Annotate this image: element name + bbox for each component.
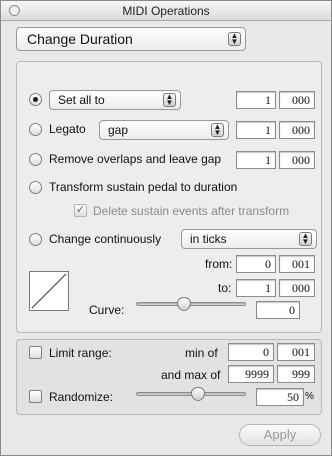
randomize-value-field[interactable]: 50: [256, 388, 304, 406]
from-value-field[interactable]: 0: [236, 255, 276, 273]
remove-overlaps-value-field[interactable]: 1: [236, 151, 276, 169]
radio-set-all[interactable]: [29, 93, 42, 106]
to-ticks-field[interactable]: 000: [279, 279, 315, 297]
updown-arrows-icon: ▲ ▼: [228, 32, 241, 46]
limit-range-checkbox[interactable]: [29, 346, 42, 359]
continuous-mode-popup-label: in ticks: [190, 232, 227, 246]
curve-value-field[interactable]: 0: [256, 301, 300, 319]
max-ticks-field[interactable]: 999: [277, 365, 315, 383]
from-ticks-field[interactable]: 001: [279, 255, 315, 273]
set-all-ticks-field[interactable]: 000: [279, 91, 315, 109]
radio-legato[interactable]: [29, 123, 42, 136]
legato-popup[interactable]: gap ▲ ▼: [99, 120, 229, 140]
randomize-checkbox[interactable]: [29, 390, 42, 403]
min-value-field[interactable]: 0: [228, 343, 274, 361]
continuous-mode-popup[interactable]: in ticks ▲ ▼: [181, 229, 317, 249]
radio-sustain-to-duration[interactable]: [29, 181, 42, 194]
sustain-to-duration-label: Transform sustain pedal to duration: [49, 180, 238, 194]
set-all-popup[interactable]: Set all to ▲ ▼: [49, 90, 181, 110]
delete-sustain-checkbox[interactable]: ✓: [74, 204, 87, 217]
delete-sustain-label: Delete sustain events after transform: [93, 204, 290, 218]
min-of-label: min of: [185, 346, 218, 360]
legato-label: Legato: [49, 122, 86, 136]
change-continuously-label: Change continuously: [49, 232, 162, 246]
title-bar: MIDI Operations: [1, 1, 331, 21]
operation-popup[interactable]: Change Duration ▲ ▼: [16, 27, 246, 51]
apply-button[interactable]: Apply: [239, 424, 321, 446]
limit-range-label: Limit range:: [49, 346, 112, 360]
window-title: MIDI Operations: [122, 4, 210, 18]
remove-overlaps-label: Remove overlaps and leave gap: [49, 152, 222, 166]
radio-remove-overlaps[interactable]: [29, 153, 42, 166]
updown-arrows-icon: ▲ ▼: [163, 93, 176, 107]
to-label: to:: [218, 281, 232, 295]
min-ticks-field[interactable]: 001: [277, 343, 315, 361]
radio-change-continuously[interactable]: [29, 233, 42, 246]
percent-unit: %: [305, 391, 314, 402]
from-label: from:: [205, 257, 233, 271]
legato-ticks-field[interactable]: 000: [279, 121, 315, 139]
midi-operations-window: MIDI Operations Change Duration ▲ ▼ Set a…: [0, 0, 332, 456]
max-value-field[interactable]: 9999: [228, 365, 274, 383]
curve-label: Curve:: [89, 303, 125, 317]
remove-overlaps-ticks-field[interactable]: 000: [279, 151, 315, 169]
curve-line-icon: [31, 273, 67, 309]
curve-slider-track[interactable]: [136, 302, 246, 306]
updown-arrows-icon: ▲ ▼: [299, 232, 312, 246]
set-all-value-field[interactable]: 1: [236, 91, 276, 109]
curve-preview: [29, 271, 69, 311]
to-value-field[interactable]: 1: [236, 279, 276, 297]
updown-arrows-icon: ▲ ▼: [211, 123, 224, 137]
legato-popup-label: gap: [108, 123, 129, 137]
randomize-label: Randomize:: [49, 390, 114, 404]
max-of-label: and max of: [161, 368, 221, 382]
operation-popup-label: Change Duration: [27, 31, 133, 47]
legato-value-field[interactable]: 1: [236, 121, 276, 139]
set-all-popup-label: Set all to: [58, 93, 105, 107]
